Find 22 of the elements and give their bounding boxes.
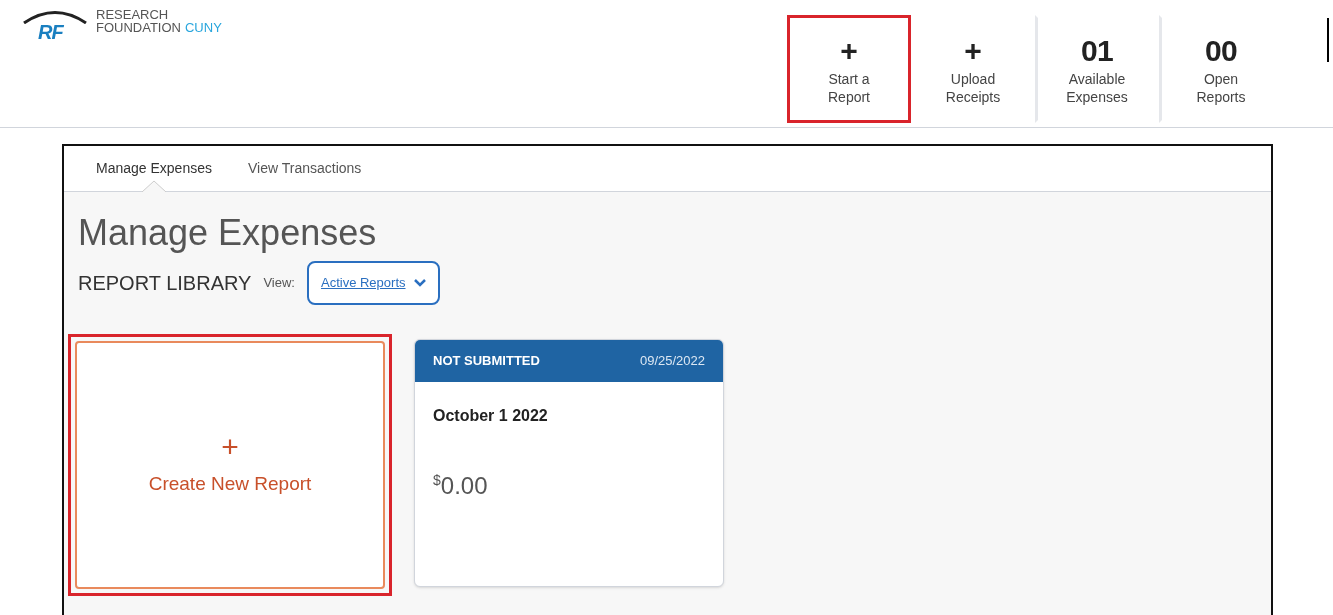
- section-heading: REPORT LIBRARY: [78, 271, 252, 296]
- action-button[interactable]: + Start a Report: [787, 15, 911, 123]
- logo-mark: RF: [22, 8, 88, 42]
- status-label: NOT SUBMITTED: [433, 352, 540, 371]
- count-tile[interactable]: 00 Open Reports: [1159, 15, 1283, 123]
- view-dropdown[interactable]: Active Reports: [306, 261, 440, 305]
- chevron-down-icon: [413, 279, 426, 287]
- report-card[interactable]: NOT SUBMITTED 09/25/2022 October 1 2022 $0.00: [414, 339, 724, 587]
- view-label: View:: [263, 274, 295, 293]
- logo-text: FOUNDATION: [96, 21, 181, 34]
- report-name: October 1 2022: [433, 406, 549, 426]
- action-button[interactable]: + Upload Receipts: [911, 15, 1035, 123]
- tab[interactable]: Manage Expenses: [96, 146, 212, 191]
- create-report-tile[interactable]: + Create New Report: [75, 341, 385, 589]
- page-title: Manage Expenses: [78, 211, 378, 255]
- tab[interactable]: View Transactions: [247, 146, 362, 191]
- report-amount: 0.00: [440, 471, 488, 501]
- logo-text: RESEARCH: [96, 8, 170, 21]
- currency-symbol: $: [433, 471, 441, 488]
- report-date: 09/25/2022: [639, 352, 705, 371]
- count-tile[interactable]: 01 Available Expenses: [1035, 15, 1159, 123]
- logo-text: CUNY: [185, 21, 222, 34]
